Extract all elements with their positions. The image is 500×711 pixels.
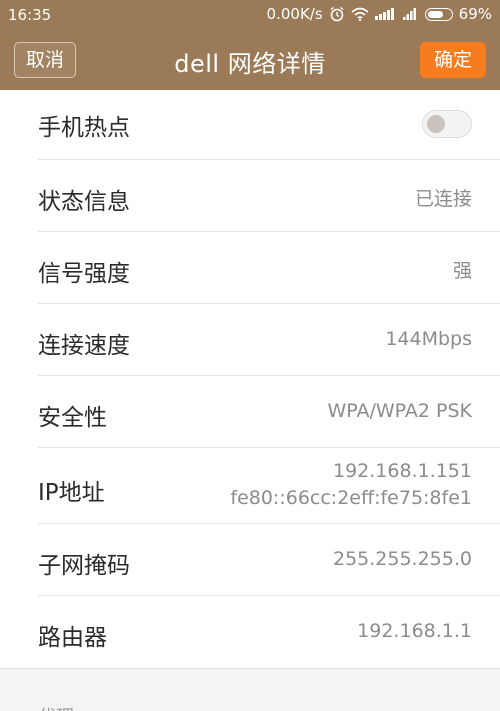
row-label: IP地址	[38, 480, 105, 506]
ip-values: 192.168.1.151 fe80::66cc:2eff:fe75:8fe1	[230, 458, 472, 512]
row-signal: 信号强度 强	[0, 232, 500, 304]
status-bar: 16:35 0.00K/s 69%	[0, 0, 500, 30]
row-value: 144Mbps	[385, 328, 472, 350]
section-header: 代理	[38, 703, 74, 711]
row-value: 强	[452, 260, 472, 282]
row-label: 路由器	[38, 625, 107, 651]
network-detail-screen: 16:35 0.00K/s 69% 取消 dell 网络详情 确定 手机热点 状…	[0, 0, 500, 711]
row-value: 192.168.1.1	[357, 620, 472, 642]
battery-percent: 69%	[458, 5, 492, 23]
row-label: 连接速度	[38, 333, 130, 359]
ok-button[interactable]: 确定	[420, 42, 486, 78]
status-right: 0.00K/s 69%	[267, 5, 492, 23]
battery-icon	[424, 7, 453, 21]
row-label: 信号强度	[38, 261, 130, 287]
row-label: 安全性	[38, 405, 107, 431]
row-hotspot[interactable]: 手机热点	[0, 90, 500, 160]
row-security: 安全性 WPA/WPA2 PSK	[0, 376, 500, 448]
signal-icon	[402, 7, 419, 21]
row-status: 状态信息 已连接	[0, 160, 500, 232]
ipv4-value: 192.168.1.151	[332, 460, 472, 482]
alarm-icon	[329, 6, 345, 22]
row-label: 子网掩码	[38, 553, 130, 579]
wifi-icon	[351, 7, 369, 21]
proxy-section: 代理	[0, 668, 500, 711]
row-link-speed: 连接速度 144Mbps	[0, 304, 500, 376]
hotspot-toggle[interactable]	[422, 110, 472, 138]
row-ip-address: IP地址 192.168.1.151 fe80::66cc:2eff:fe75:…	[0, 448, 500, 524]
row-label: 状态信息	[38, 189, 130, 215]
row-subnet-mask: 子网掩码 255.255.255.0	[0, 524, 500, 596]
row-label: 手机热点	[38, 115, 130, 141]
row-router: 路由器 192.168.1.1	[0, 596, 500, 668]
row-value: WPA/WPA2 PSK	[327, 400, 472, 422]
toggle-knob	[427, 115, 445, 133]
title-bar: 取消 dell 网络详情 确定	[0, 30, 500, 90]
status-time: 16:35	[8, 6, 52, 24]
net-speed: 0.00K/s	[266, 5, 323, 23]
signal-4g-icon	[374, 7, 397, 21]
row-value: 255.255.255.0	[332, 548, 472, 570]
ipv6-value: fe80::66cc:2eff:fe75:8fe1	[230, 487, 472, 509]
row-value: 已连接	[414, 188, 472, 210]
